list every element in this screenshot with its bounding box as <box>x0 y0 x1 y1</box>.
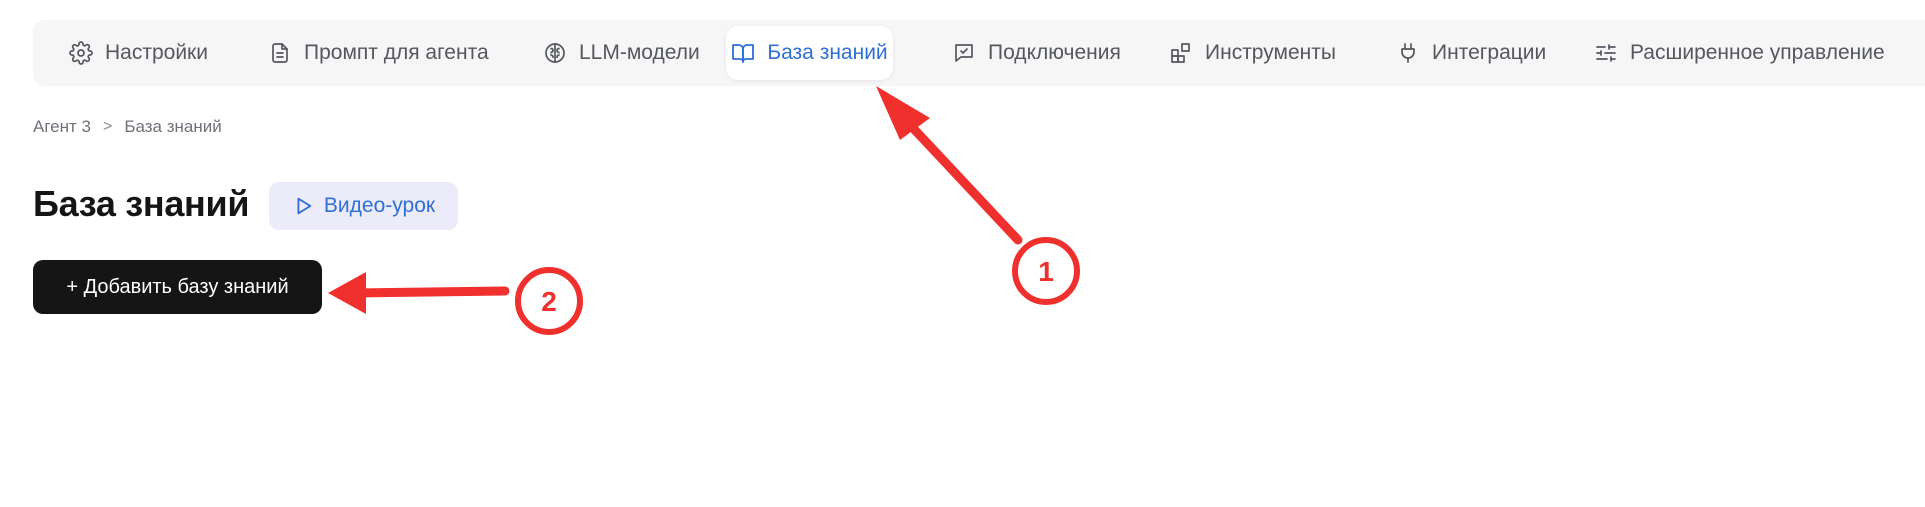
breadcrumb-parent-link[interactable]: Агент 3 <box>33 117 91 137</box>
page-title: База знаний <box>33 183 250 224</box>
tab-settings[interactable]: Настройки <box>59 26 218 80</box>
video-lesson-button[interactable]: Видео-урок <box>269 182 458 230</box>
tab-integrations[interactable]: Интеграции <box>1386 26 1556 80</box>
add-knowledge-base-button[interactable]: + Добавить базу знаний <box>33 260 322 314</box>
tab-knowledge-base[interactable]: База знаний <box>726 26 893 80</box>
tab-label: Настройки <box>105 41 208 64</box>
tab-connections[interactable]: Подключения <box>942 26 1131 80</box>
breadcrumb: Агент 3 > База знаний <box>33 117 222 137</box>
play-icon <box>292 195 314 217</box>
sliders-icon <box>1594 41 1618 65</box>
annotation-arrow-1 <box>876 86 1023 245</box>
annotation-arrow-2 <box>328 272 510 314</box>
brain-icon <box>543 41 567 65</box>
book-icon <box>731 41 755 65</box>
tab-label: Промпт для агента <box>304 41 489 64</box>
gear-icon <box>69 41 93 65</box>
tab-llm-models[interactable]: LLM-модели <box>533 26 710 80</box>
tab-label: База знаний <box>767 41 888 64</box>
annotation-marker-1-label: 1 <box>1038 256 1054 287</box>
tab-agent-prompt[interactable]: Промпт для агента <box>258 26 499 80</box>
blocks-icon <box>1169 41 1193 65</box>
annotation-marker-2: 2 <box>515 267 583 335</box>
plug-icon <box>1396 41 1420 65</box>
tab-bar: Настройки Промпт для агента LLM-модели Б… <box>33 20 1925 86</box>
tab-label: Интеграции <box>1432 41 1547 64</box>
annotation-marker-1: 1 <box>1012 237 1080 305</box>
document-icon <box>268 41 292 65</box>
breadcrumb-separator: > <box>102 118 113 135</box>
annotation-marker-2-label: 2 <box>541 286 557 317</box>
tab-advanced-control[interactable]: Расширенное управление <box>1584 26 1895 80</box>
tab-label: Инструменты <box>1205 41 1336 64</box>
chat-check-icon <box>952 41 976 65</box>
tab-tools[interactable]: Инструменты <box>1159 26 1346 80</box>
video-lesson-label: Видео-урок <box>323 194 436 217</box>
tab-label: Расширенное управление <box>1630 41 1885 64</box>
breadcrumb-current: База знаний <box>124 117 222 136</box>
tab-label: Подключения <box>988 41 1121 64</box>
tab-label: LLM-модели <box>579 41 700 64</box>
